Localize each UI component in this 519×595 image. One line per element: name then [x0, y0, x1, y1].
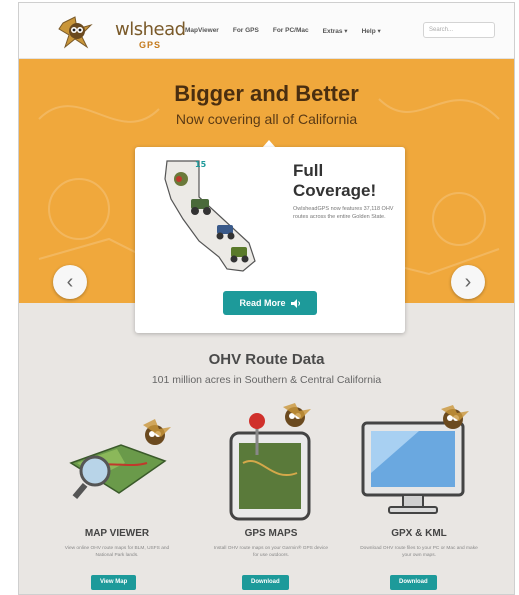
view-map-button[interactable]: View Map — [91, 575, 137, 590]
nav-item-extras[interactable]: Extras ▾ — [323, 27, 348, 35]
nav-item-mapviewer[interactable]: MapViewer — [185, 27, 219, 35]
logo-subtext: GPS — [139, 40, 162, 50]
top-nav: wlshead GPS MapViewer For GPS For PC/Mac… — [19, 3, 514, 59]
monitor-icon — [361, 405, 469, 514]
logo-text: wlshead — [115, 19, 186, 40]
feature-text: Install OHV route maps on your Garmin® G… — [213, 546, 329, 558]
logo[interactable]: wlshead GPS — [57, 13, 186, 51]
feature-text: Download OHV route files to your PC or M… — [360, 546, 478, 558]
nav-links: MapViewer For GPS For PC/Mac Extras ▾ He… — [185, 27, 395, 35]
california-map-icon: 15 — [164, 160, 256, 272]
carousel-card: 15 Full Coverage! OwlsheadGPS now featur… — [135, 147, 405, 333]
svg-text:15: 15 — [195, 160, 207, 169]
hero-title: Bigger and Better — [174, 81, 359, 106]
owl-logo-icon — [58, 16, 93, 49]
section-subtitle: 101 million acres in Southern & Central … — [151, 374, 382, 386]
section-title: OHV Route Data — [208, 351, 325, 368]
nav-item-help[interactable]: Help ▾ — [362, 27, 381, 35]
download-gpx-button[interactable]: Download — [390, 575, 437, 590]
read-more-button[interactable]: Read More — [223, 291, 317, 315]
feature-map-viewer: MAP VIEWER View online OHV route maps fo… — [47, 403, 187, 593]
carousel-prev-button[interactable]: ‹ — [53, 265, 87, 299]
page-frame: wlshead GPS MapViewer For GPS For PC/Mac… — [18, 2, 515, 595]
read-more-label: Read More — [239, 298, 286, 308]
card-text: OwlsheadGPS now features 37,118 OHV rout… — [293, 206, 394, 220]
feature-title: GPX & KML — [391, 528, 447, 539]
feature-title: GPS MAPS — [244, 528, 298, 539]
nav-item-for-gps[interactable]: For GPS — [233, 27, 259, 35]
hero-subtitle: Now covering all of California — [175, 111, 358, 127]
chevron-right-icon: › — [464, 271, 472, 293]
chevron-left-icon: ‹ — [66, 271, 74, 293]
card-title: Full Coverage! — [293, 161, 377, 200]
nav-item-for-pc-mac[interactable]: For PC/Mac — [273, 27, 309, 35]
download-gps-button[interactable]: Download — [242, 575, 289, 590]
volume-icon — [290, 298, 300, 308]
map-icon — [69, 419, 171, 500]
gps-icon — [229, 403, 311, 521]
feature-gps-maps: GPS MAPS Install OHV route maps on your … — [201, 403, 341, 593]
feature-gpx-kml: GPX & KML Download OHV route files to yo… — [349, 403, 489, 593]
carousel-next-button[interactable]: › — [451, 265, 485, 299]
feature-title: MAP VIEWER — [84, 528, 150, 539]
feature-text: View online OHV route maps for BLM, USFS… — [64, 546, 170, 558]
search-input[interactable]: Search... — [423, 22, 495, 38]
